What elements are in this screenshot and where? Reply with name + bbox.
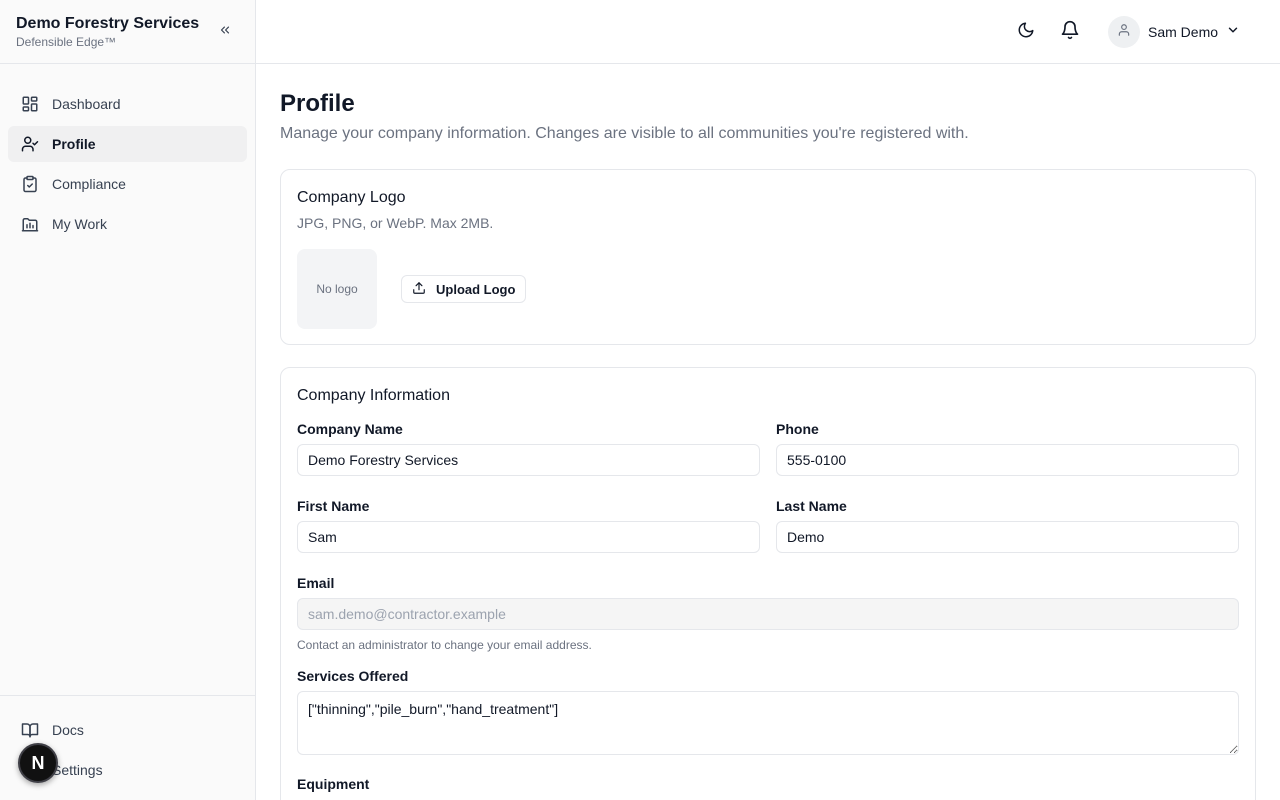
clipboard-check-icon xyxy=(20,174,40,194)
notifications-button[interactable] xyxy=(1058,20,1082,44)
sidebar-item-label: Profile xyxy=(52,136,96,152)
floating-avatar-button[interactable]: N xyxy=(18,743,58,783)
sidebar-item-label: Dashboard xyxy=(52,96,121,112)
avatar-letter: N xyxy=(31,752,45,773)
collapse-sidebar-button[interactable] xyxy=(215,22,235,42)
company-name-field: Company Name xyxy=(297,421,760,476)
services-textarea[interactable]: ["thinning","pile_burn","hand_treatment"… xyxy=(297,691,1239,755)
upload-logo-button[interactable]: Upload Logo xyxy=(401,275,527,303)
company-logo-card: Company Logo JPG, PNG, or WebP. Max 2MB.… xyxy=(280,169,1256,345)
row-names: First Name Last Name xyxy=(297,498,1239,553)
email-helper-text: Contact an administrator to change your … xyxy=(297,638,592,652)
sidebar-header: Demo Forestry Services Defensible Edge™ xyxy=(0,0,255,64)
brand-subtitle: Defensible Edge™ xyxy=(16,35,117,49)
logo-preview: No logo xyxy=(297,249,377,329)
phone-field: Phone xyxy=(776,421,1239,476)
book-open-icon xyxy=(20,720,40,740)
email-field: Email Contact an administrator to change… xyxy=(297,575,1239,652)
first-name-input[interactable] xyxy=(297,521,760,553)
company-name-input[interactable] xyxy=(297,444,760,476)
company-name-label: Company Name xyxy=(297,421,403,437)
chevrons-left-icon xyxy=(218,23,232,42)
avatar xyxy=(1108,16,1140,48)
bell-icon xyxy=(1060,20,1080,45)
equipment-field: Equipment xyxy=(297,776,1239,792)
services-field: Services Offered ["thinning","pile_burn"… xyxy=(297,668,1239,760)
email-input xyxy=(297,598,1239,630)
phone-input[interactable] xyxy=(776,444,1239,476)
sidebar-item-label: My Work xyxy=(52,216,107,232)
card-subtitle: JPG, PNG, or WebP. Max 2MB. xyxy=(297,215,494,231)
main-content: Profile Manage your company information.… xyxy=(280,64,1256,800)
equipment-label: Equipment xyxy=(297,776,370,792)
sidebar-item-profile[interactable]: Profile xyxy=(8,126,247,162)
sidebar-item-compliance[interactable]: Compliance xyxy=(8,166,247,202)
theme-toggle-button[interactable] xyxy=(1014,20,1038,44)
row-company-phone: Company Name Phone xyxy=(297,421,1239,476)
sidebar-item-docs[interactable]: Docs xyxy=(8,712,247,748)
top-bar: Sam Demo xyxy=(256,0,1280,64)
user-name: Sam Demo xyxy=(1148,24,1219,40)
dashboard-icon xyxy=(20,94,40,114)
moon-icon xyxy=(1017,21,1035,44)
sidebar: Demo Forestry Services Defensible Edge™ … xyxy=(0,0,256,800)
brand-title: Demo Forestry Services xyxy=(16,15,200,32)
card-title: Company Information xyxy=(297,387,450,404)
briefcase-chart-icon xyxy=(20,214,40,234)
logo-placeholder-text: No logo xyxy=(316,282,358,296)
logo-row: No logo Upload Logo xyxy=(297,249,1239,329)
card-title: Company Logo xyxy=(297,189,406,206)
user-menu-button[interactable]: Sam Demo xyxy=(1108,16,1240,48)
upload-logo-label: Upload Logo xyxy=(436,281,516,297)
phone-label: Phone xyxy=(776,421,819,437)
sidebar-item-label: Docs xyxy=(52,722,84,738)
sidebar-item-my-work[interactable]: My Work xyxy=(8,206,247,242)
last-name-field: Last Name xyxy=(776,498,1239,553)
email-label: Email xyxy=(297,575,335,591)
user-icon xyxy=(1117,23,1131,42)
page-title: Profile xyxy=(280,90,355,117)
first-name-label: First Name xyxy=(297,498,370,514)
last-name-label: Last Name xyxy=(776,498,847,514)
upload-icon xyxy=(412,281,436,298)
page-subtitle: Manage your company information. Changes… xyxy=(280,125,969,142)
last-name-input[interactable] xyxy=(776,521,1239,553)
sidebar-nav: Dashboard Profile Compliance My Work xyxy=(0,64,255,242)
sidebar-item-dashboard[interactable]: Dashboard xyxy=(8,86,247,122)
sidebar-item-label: Settings xyxy=(52,762,103,778)
services-label: Services Offered xyxy=(297,668,409,684)
first-name-field: First Name xyxy=(297,498,760,553)
user-check-icon xyxy=(20,134,40,154)
sidebar-item-label: Compliance xyxy=(52,176,126,192)
company-info-card: Company Information Company Name Phone F… xyxy=(280,367,1256,800)
chevron-down-icon xyxy=(1226,23,1240,42)
